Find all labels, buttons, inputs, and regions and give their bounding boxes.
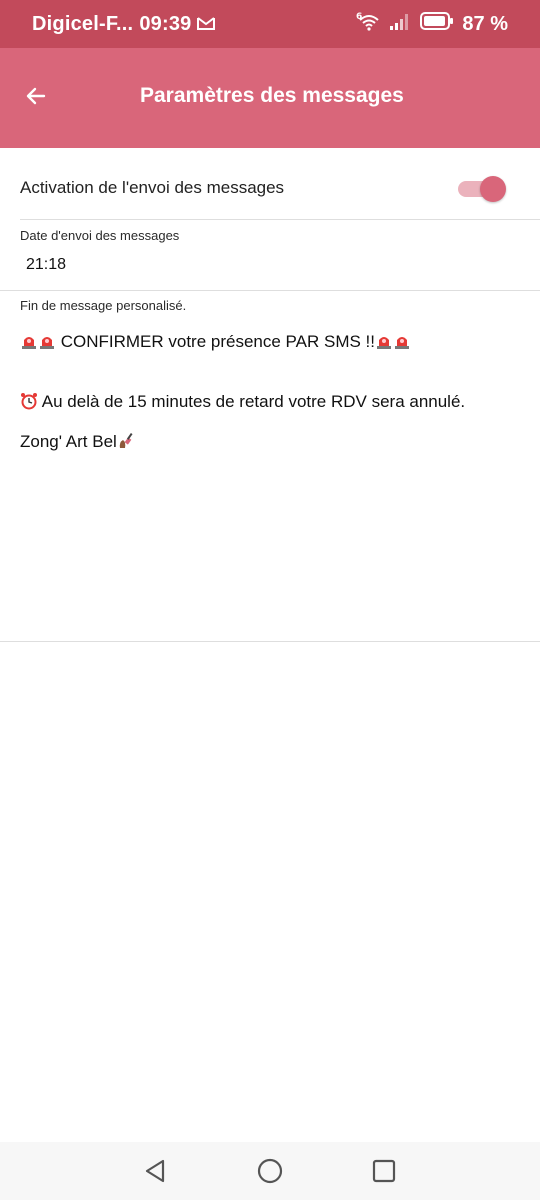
switch-thumb [480, 176, 506, 202]
nav-home-button[interactable] [256, 1157, 284, 1185]
messages-toggle-row[interactable]: Activation de l'envoi des messages [0, 148, 540, 220]
send-date-value[interactable]: 21:18 [26, 256, 66, 274]
gmail-icon [197, 13, 216, 36]
status-right: 6 87 % [356, 11, 508, 37]
circle-home-icon [256, 1158, 284, 1189]
system-nav-bar [0, 1142, 540, 1200]
siren-icon [394, 337, 409, 349]
battery-level: 87 % [462, 12, 508, 35]
triangle-back-icon [141, 1159, 169, 1189]
carrier-name: Digicel-F... [32, 12, 134, 35]
svg-text:6: 6 [356, 12, 362, 22]
nail-polish-icon [119, 432, 133, 448]
send-date-field[interactable]: Date d'envoi des messages 21:18 [20, 228, 180, 273]
message-line-2: Au delà de 15 minutes de retard votre RD… [20, 392, 465, 412]
divider [20, 219, 540, 220]
square-recents-icon [370, 1159, 398, 1189]
page-title: Paramètres des messages [140, 84, 404, 107]
custom-message-field[interactable]: Fin de message personalisé. CONFIRMER vo… [20, 298, 530, 451]
app-bar: Paramètres des messages [0, 48, 540, 148]
message-line-3: Zong' Art Bel [20, 432, 135, 452]
message-line-1-text: CONFIRMER votre présence PAR SMS !! [56, 332, 375, 351]
signal-icon [388, 11, 412, 37]
message-line-1: CONFIRMER votre présence PAR SMS !! [20, 332, 411, 352]
send-date-label: Date d'envoi des messages [20, 228, 180, 243]
toggle-label: Activation de l'envoi des messages [20, 178, 285, 197]
message-line-2-text: Au delà de 15 minutes de retard votre RD… [38, 392, 466, 411]
messages-enabled-switch[interactable] [456, 176, 506, 202]
clock: 09:39 [139, 12, 192, 35]
message-line-3-text: Zong' Art Bel [20, 432, 117, 451]
nav-back-button[interactable] [141, 1157, 169, 1185]
wifi-icon: 6 [356, 11, 380, 37]
back-button[interactable] [16, 78, 56, 118]
battery-icon [420, 11, 454, 37]
divider [0, 641, 540, 642]
divider [0, 290, 540, 291]
siren-icon [40, 337, 54, 349]
status-bar: Digicel-F... 09:39 6 87 % [0, 0, 540, 48]
siren-icon [22, 337, 36, 349]
custom-message-label: Fin de message personalisé. [20, 298, 187, 313]
siren-icon [376, 337, 391, 349]
status-left: Digicel-F... 09:39 [32, 12, 216, 36]
alarm-clock-icon [21, 393, 37, 410]
nav-recents-button[interactable] [370, 1157, 398, 1185]
arrow-left-icon [24, 84, 48, 113]
